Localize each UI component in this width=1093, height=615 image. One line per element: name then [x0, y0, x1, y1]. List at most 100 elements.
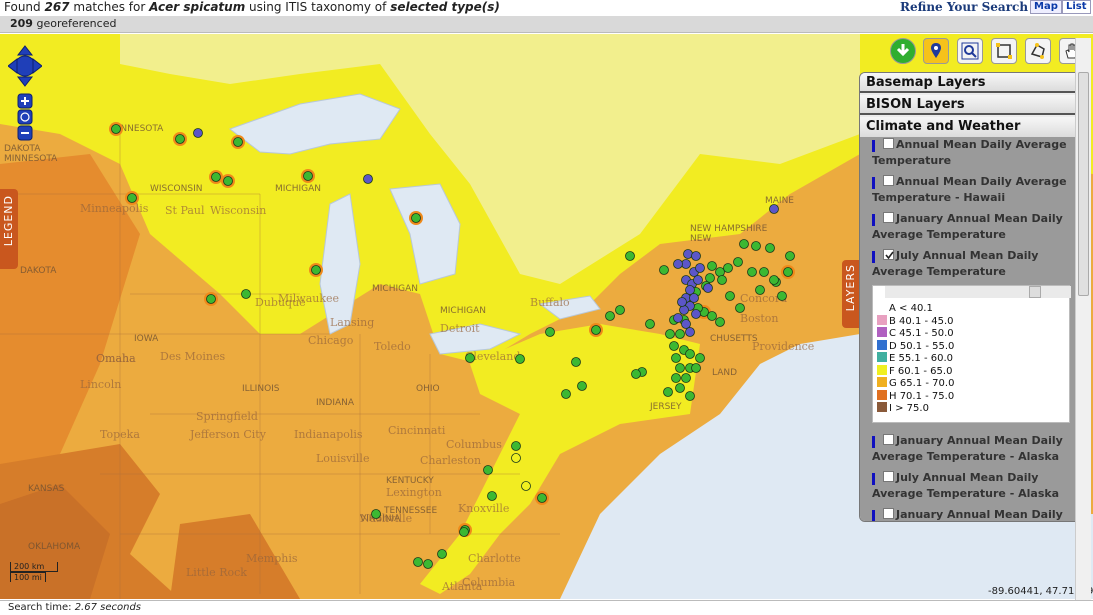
- legend-class-label: F 60.1 - 65.0: [889, 365, 953, 377]
- occurrence-point-other: [685, 327, 695, 337]
- occurrence-point-ringed: [223, 176, 233, 186]
- layer-item[interactable]: Annual Mean Daily Average Temperature - …: [872, 174, 1072, 206]
- occurrence-point: [733, 257, 743, 267]
- panel-scrollbar[interactable]: [1075, 38, 1091, 600]
- occurrence-point: [669, 341, 679, 351]
- occurrence-point-highlight: [521, 481, 531, 491]
- occurrence-point-ringed: [537, 493, 547, 503]
- legend-class: D 50.1 - 55.0: [877, 339, 954, 352]
- legend-class-label: B 40.1 - 45.0: [889, 315, 954, 327]
- occurrence-point-other: [703, 283, 713, 293]
- occurrence-point-ringed: [206, 294, 216, 304]
- layer-color-bar: [872, 510, 875, 521]
- layer-item[interactable]: July Annual Mean Daily Average Temperatu…: [872, 470, 1072, 502]
- occurrence-point-other: [673, 313, 683, 323]
- layer-color-bar: [872, 251, 875, 263]
- occurrence-point-other: [673, 259, 683, 269]
- legend-swatch: [877, 352, 887, 362]
- layer-checkbox[interactable]: [883, 508, 894, 519]
- scrollbar-thumb[interactable]: [1078, 72, 1089, 296]
- occurrence-point: [751, 241, 761, 251]
- occurrence-point: [665, 329, 675, 339]
- legend-swatch: [877, 327, 887, 337]
- occurrence-point-other: [691, 309, 701, 319]
- climate-weather-header[interactable]: Climate and Weather: [860, 117, 1076, 137]
- layer-label: January Annual Mean Daily Average Temper…: [872, 212, 1063, 241]
- occurrence-point: [437, 549, 447, 559]
- occurrence-point: [705, 273, 715, 283]
- pan-circle: [14, 55, 36, 77]
- legend-swatch: [877, 302, 887, 312]
- layer-checkbox[interactable]: [883, 175, 894, 186]
- occurrence-point-other: [679, 305, 689, 315]
- legend-tab[interactable]: LEGEND: [0, 189, 18, 269]
- match-count: 267: [44, 0, 70, 14]
- tab-list[interactable]: List: [1062, 0, 1091, 14]
- identify-button[interactable]: [923, 38, 949, 64]
- legend-class: A < 40.1: [877, 302, 933, 314]
- layer-item[interactable]: January Annual Mean Daily Average Temper…: [872, 211, 1072, 243]
- opacity-slider[interactable]: [885, 286, 1071, 298]
- occurrence-point-ringed: [111, 124, 121, 134]
- occurrence-point: [685, 391, 695, 401]
- select-polygon-button[interactable]: [1025, 38, 1051, 64]
- basemap-layers-header[interactable]: Basemap Layers: [860, 73, 1076, 93]
- download-button[interactable]: [890, 38, 916, 64]
- occurrence-point-ringed: [175, 134, 185, 144]
- georeferenced-count: 209 georeferenced: [10, 17, 116, 30]
- occurrence-point: [545, 327, 555, 337]
- status-bar: Search time: 2.67 seconds: [0, 600, 1093, 615]
- opacity-slider-handle[interactable]: [1029, 286, 1041, 298]
- layer-checkbox[interactable]: [883, 434, 894, 445]
- legend-class-label: A < 40.1: [889, 303, 933, 314]
- layer-item[interactable]: Annual Mean Daily Average Temperature: [872, 137, 1072, 169]
- found-prefix: Found: [4, 0, 41, 14]
- occurrence-point: [707, 311, 717, 321]
- legend-class-label: I > 75.0: [889, 403, 929, 414]
- occurrence-point: [465, 353, 475, 363]
- layer-item[interactable]: January Annual Mean Daily Average Temper…: [872, 507, 1072, 521]
- occurrence-point-other: [193, 128, 203, 138]
- checkmark-icon: [885, 251, 894, 260]
- occurrence-point: [739, 239, 749, 249]
- map-view[interactable]: MINNESOTA MINNESOTA WISCONSIN Wisconsin Minn…: [0, 34, 1093, 599]
- legend-class: B 40.1 - 45.0: [877, 314, 954, 327]
- layer-checkbox[interactable]: [883, 138, 894, 149]
- occurrence-point-other: [689, 293, 699, 303]
- layer-label: July Annual Mean Daily Average Temperatu…: [872, 249, 1039, 278]
- layer-color-bar: [872, 436, 875, 448]
- layer-checkbox[interactable]: [883, 471, 894, 482]
- occurrence-point-other: [691, 251, 701, 261]
- occurrence-point: [695, 353, 705, 363]
- pan-down-icon: [16, 76, 34, 87]
- occurrence-point: [577, 381, 587, 391]
- occurrence-point-other: [677, 297, 687, 307]
- georef-number: 209: [10, 17, 33, 30]
- layer-checkbox-checked[interactable]: [883, 249, 894, 260]
- zoom-box-button[interactable]: [957, 38, 983, 64]
- legend-class-label: C 45.1 - 50.0: [889, 328, 954, 339]
- select-polygon-icon: [1030, 43, 1045, 59]
- layer-item[interactable]: July Annual Mean Daily Average Temperatu…: [872, 248, 1072, 280]
- georeferenced-bar: 209 georeferenced: [0, 16, 1093, 33]
- pan-zoom-control[interactable]: [8, 44, 42, 144]
- layer-color-bar: [872, 214, 875, 226]
- bison-layers-header[interactable]: BISON Layers: [860, 95, 1076, 115]
- occurrence-point-other: [693, 275, 703, 285]
- occurrence-point: [241, 289, 251, 299]
- occurrence-point: [671, 373, 681, 383]
- refine-search-link[interactable]: Refine Your Search: [900, 0, 1028, 14]
- layers-tab[interactable]: LAYERS: [842, 260, 859, 328]
- occurrence-point: [675, 383, 685, 393]
- occurrence-point: [459, 527, 469, 537]
- occurrence-point: [765, 243, 775, 253]
- tab-map[interactable]: Map: [1030, 0, 1062, 14]
- occurrence-point: [625, 251, 635, 261]
- layer-checkbox[interactable]: [883, 212, 894, 223]
- occurrence-point: [685, 349, 695, 359]
- layer-item[interactable]: January Annual Mean Daily Average Temper…: [872, 433, 1072, 465]
- occurrence-point: [487, 491, 497, 501]
- select-box-button[interactable]: [991, 38, 1017, 64]
- occurrence-point: [413, 557, 423, 567]
- legend-class: G 65.1 - 70.0: [877, 377, 954, 389]
